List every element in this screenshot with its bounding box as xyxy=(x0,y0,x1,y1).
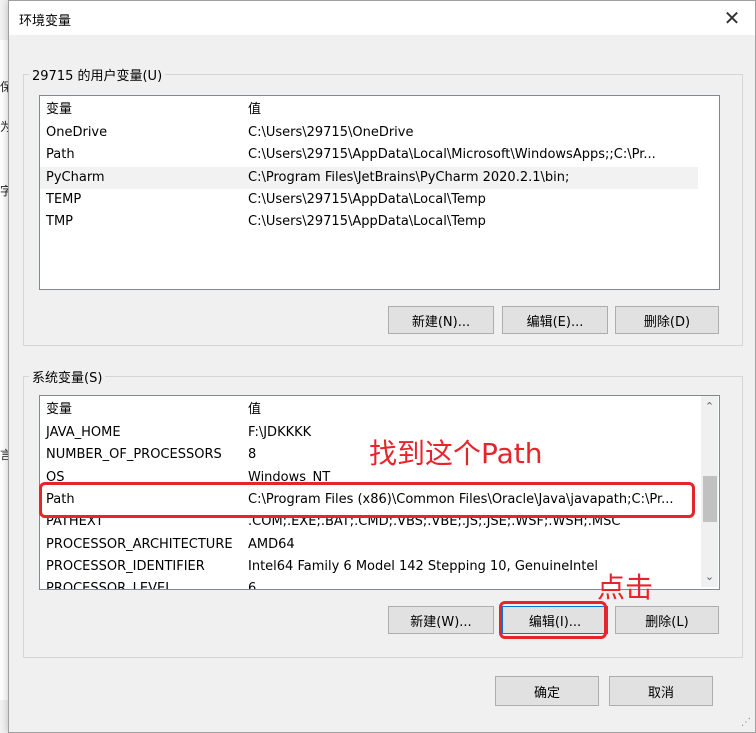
variable-value: C:\Users\29715\OneDrive xyxy=(248,125,414,140)
variable-value: C:\Users\29715\AppData\Local\Temp xyxy=(248,192,486,207)
variable-value: C:\Program Files\JetBrains\PyCharm 2020.… xyxy=(248,170,570,185)
column-header-value[interactable]: 值 xyxy=(248,399,261,421)
column-header-variable[interactable]: 变量 xyxy=(46,399,72,421)
variable-value: AMD64 xyxy=(248,537,295,552)
annotation-edit-highlight xyxy=(499,601,607,639)
variable-value: C:\Users\29715\AppData\Local\Microsoft\W… xyxy=(248,147,656,162)
table-row[interactable]: TEMP C:\Users\29715\AppData\Local\Temp xyxy=(40,189,719,211)
list-header: 变量 值 xyxy=(40,99,719,121)
column-header-variable[interactable]: 变量 xyxy=(46,99,72,121)
annotation-find-path-text: 找到这个Path xyxy=(369,437,543,470)
variable-name: PROCESSOR_IDENTIFIER xyxy=(46,559,205,574)
variable-name: TMP xyxy=(46,214,73,229)
table-row-selected[interactable]: PyCharm C:\Program Files\JetBrains\PyCha… xyxy=(40,167,698,189)
variable-name: JAVA_HOME xyxy=(46,425,121,440)
variable-value: Intel64 Family 6 Model 142 Stepping 10, … xyxy=(248,559,599,574)
ok-button[interactable]: 确定 xyxy=(495,676,599,706)
system-variables-label: 系统变量(S) xyxy=(29,367,106,386)
annotation-path-highlight xyxy=(39,482,695,518)
table-row[interactable]: TMP C:\Users\29715\AppData\Local\Temp xyxy=(40,211,719,233)
table-row[interactable]: Path C:\Users\29715\AppData\Local\Micros… xyxy=(40,144,719,166)
environment-variables-dialog: 环境变量 ✕ 29715 的用户变量(U) 变量 值 OneDrive C:\U… xyxy=(8,0,756,733)
system-new-button[interactable]: 新建(W)... xyxy=(388,606,494,634)
dialog-title: 环境变量 xyxy=(19,14,72,29)
title-bar: 环境变量 ✕ xyxy=(9,1,755,35)
annotation-click-text: 点击 xyxy=(597,571,654,604)
variable-name: OneDrive xyxy=(46,125,108,140)
variable-name: TEMP xyxy=(46,192,82,207)
variable-name: Path xyxy=(46,147,75,162)
variable-name: PROCESSOR_LEVEL xyxy=(46,581,173,590)
scroll-up-icon[interactable]: ⌃ xyxy=(701,398,718,415)
resize-grip-icon[interactable]: ⋰ xyxy=(741,717,751,728)
close-button[interactable]: ✕ xyxy=(709,1,755,35)
cancel-button[interactable]: 取消 xyxy=(609,676,713,706)
list-header: 变量 值 xyxy=(40,399,719,421)
user-variables-list[interactable]: 变量 值 OneDrive C:\Users\29715\OneDrive Pa… xyxy=(39,95,720,290)
user-variables-label: 29715 的用户变量(U) xyxy=(29,65,166,84)
variable-value: F:\JDKKKK xyxy=(248,425,312,440)
table-row[interactable]: PROCESSOR_ARCHITECTURE AMD64 xyxy=(40,534,719,556)
variable-name: PROCESSOR_ARCHITECTURE xyxy=(46,537,233,552)
scroll-down-icon[interactable]: ⌄ xyxy=(701,568,718,585)
variable-name: NUMBER_OF_PROCESSORS xyxy=(46,447,222,462)
table-row[interactable]: OneDrive C:\Users\29715\OneDrive xyxy=(40,122,719,144)
variable-value: 6 xyxy=(248,581,257,590)
system-delete-button[interactable]: 删除(L) xyxy=(615,606,719,634)
column-header-value[interactable]: 值 xyxy=(248,99,261,121)
variable-name: PyCharm xyxy=(46,170,105,185)
system-list-scrollbar[interactable]: ⌃ ⌄ xyxy=(701,396,718,587)
close-icon: ✕ xyxy=(723,6,741,30)
user-delete-button[interactable]: 删除(D) xyxy=(615,306,719,334)
variable-value: C:\Users\29715\AppData\Local\Temp xyxy=(248,214,486,229)
user-edit-button[interactable]: 编辑(E)... xyxy=(502,306,608,334)
variable-value: 8 xyxy=(248,447,257,462)
scroll-thumb[interactable] xyxy=(703,476,717,522)
user-new-button[interactable]: 新建(N)... xyxy=(388,306,494,334)
